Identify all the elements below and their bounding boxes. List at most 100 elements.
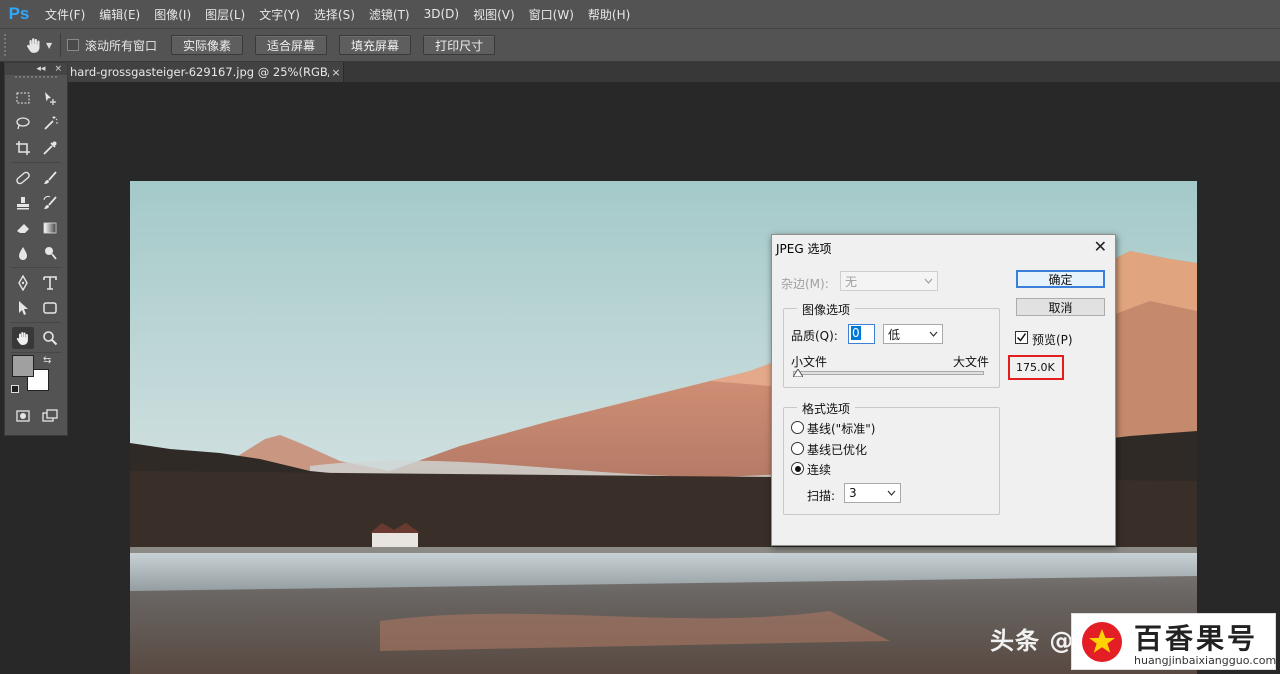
color-swatches: ⇆ xyxy=(5,355,67,403)
format-options-title: 格式选项 xyxy=(797,400,856,417)
scroll-all-windows-checkbox[interactable] xyxy=(67,39,79,51)
tools-panel: ◂◂ × ⇆ xyxy=(4,62,68,436)
preview-checkbox[interactable] xyxy=(1015,331,1028,344)
format-progressive-label: 连续 xyxy=(807,463,832,477)
large-file-label: 大文件 xyxy=(953,355,990,369)
menu-edit[interactable]: 编辑(E) xyxy=(92,6,147,23)
gradient-icon[interactable] xyxy=(39,217,61,239)
format-baseline-standard-label: 基线("标准") xyxy=(807,422,876,436)
lasso-icon[interactable] xyxy=(12,112,34,134)
screen-mode-icon[interactable] xyxy=(39,405,61,427)
healing-brush-icon[interactable] xyxy=(12,167,34,189)
ok-button[interactable]: 确定 xyxy=(1016,270,1105,288)
photoshop-logo: Ps xyxy=(8,4,30,23)
path-selection-icon[interactable] xyxy=(12,297,34,319)
format-progressive-radio[interactable] xyxy=(791,462,804,475)
hand-icon[interactable] xyxy=(11,326,34,349)
actual-pixels-button[interactable]: 实际像素 xyxy=(171,35,244,55)
fill-screen-button[interactable]: 填充屏幕 xyxy=(339,35,412,55)
menu-view[interactable]: 视图(V) xyxy=(466,6,522,23)
tools-panel-header: ◂◂ × xyxy=(5,63,67,75)
format-baseline-optimized-radio[interactable] xyxy=(791,442,804,455)
document-tab[interactable]: hard-grossgasteiger-629167.jpg @ 25%(RGB… xyxy=(68,62,344,82)
menu-help[interactable]: 帮助(H) xyxy=(581,6,637,23)
dodge-icon[interactable] xyxy=(39,242,61,264)
collapse-icon[interactable]: ◂◂ xyxy=(36,64,45,74)
magic-wand-icon[interactable] xyxy=(39,112,61,134)
pen-icon[interactable] xyxy=(12,272,34,294)
quality-slider-thumb[interactable] xyxy=(793,369,803,377)
fit-screen-button[interactable]: 适合屏幕 xyxy=(255,35,328,55)
site-name: 百香果号 xyxy=(1134,622,1259,655)
move-icon[interactable] xyxy=(39,87,61,109)
tools-panel-grip[interactable] xyxy=(15,76,57,84)
site-url: huangjinbaixiangguo.com xyxy=(1134,654,1277,667)
print-size-button[interactable]: 打印尺寸 xyxy=(423,35,496,55)
zoom-icon[interactable] xyxy=(39,327,61,349)
divider xyxy=(60,33,61,57)
site-watermark: 百香果号 huangjinbaixiangguo.com xyxy=(1071,613,1276,670)
scans-value: 3 xyxy=(849,486,857,500)
close-icon[interactable]: ✕ xyxy=(1094,237,1107,256)
quality-level-value: 低 xyxy=(888,327,901,342)
format-baseline-standard-radio[interactable] xyxy=(791,421,804,434)
menu-type[interactable]: 文字(Y) xyxy=(252,6,307,23)
menu-select[interactable]: 选择(S) xyxy=(307,6,362,23)
menu-window[interactable]: 窗口(W) xyxy=(522,6,581,23)
file-size-value: 175.0K xyxy=(1016,361,1055,374)
type-icon[interactable] xyxy=(39,272,61,294)
image-options-title: 图像选项 xyxy=(797,301,856,318)
document-tab-title: hard-grossgasteiger-629167.jpg @ 25%(RGB… xyxy=(70,65,329,79)
eyedropper-icon[interactable] xyxy=(39,137,61,159)
chevron-down-icon xyxy=(924,278,933,284)
options-bar-grip[interactable] xyxy=(4,34,10,56)
scroll-all-windows-label: 滚动所有窗口 xyxy=(85,38,158,53)
quality-level-select[interactable]: 低 xyxy=(883,324,943,344)
eraser-icon[interactable] xyxy=(12,217,34,239)
star-logo-icon xyxy=(1082,622,1122,662)
quality-slider-track[interactable] xyxy=(793,371,984,375)
file-size-readout: 175.0K xyxy=(1008,355,1064,380)
jpeg-options-dialog: JPEG 选项 ✕ 杂边(M): 无 图像选项 品质(Q): 0 低 小文件 大… xyxy=(771,234,1116,546)
preview-label: 预览(P) xyxy=(1032,333,1073,347)
toutiao-watermark: 头条 @ xyxy=(990,627,1075,655)
small-file-label: 小文件 xyxy=(791,355,828,369)
crop-icon[interactable] xyxy=(12,137,34,159)
foreground-color-swatch[interactable] xyxy=(12,355,34,377)
cancel-button[interactable]: 取消 xyxy=(1016,298,1105,316)
chevron-down-icon xyxy=(887,490,896,496)
swap-colors-icon[interactable]: ⇆ xyxy=(43,355,51,366)
menu-filter[interactable]: 滤镜(T) xyxy=(362,6,417,23)
default-colors-icon[interactable] xyxy=(11,385,19,393)
chevron-down-icon xyxy=(929,331,938,337)
format-baseline-optimized-label: 基线已优化 xyxy=(807,443,868,457)
blur-icon[interactable] xyxy=(12,242,34,264)
menu-image[interactable]: 图像(I) xyxy=(147,6,198,23)
options-bar: ▼ 滚动所有窗口 实际像素 适合屏幕 填充屏幕 打印尺寸 xyxy=(0,28,1280,62)
clone-stamp-icon[interactable] xyxy=(12,192,34,214)
hand-icon xyxy=(27,38,40,53)
scans-label: 扫描: xyxy=(807,489,836,503)
quality-input[interactable]: 0 xyxy=(848,324,875,344)
matte-value: 无 xyxy=(845,274,858,289)
scans-select[interactable]: 3 xyxy=(844,483,901,503)
rectangle-shape-icon[interactable] xyxy=(39,297,61,319)
close-icon[interactable]: × xyxy=(329,66,343,79)
matte-select: 无 xyxy=(840,271,938,291)
menu-bar: Ps 文件(F) 编辑(E) 图像(I) 图层(L) 文字(Y) 选择(S) 滤… xyxy=(0,0,1280,28)
dialog-title: JPEG 选项 xyxy=(776,242,832,256)
chevron-down-icon[interactable]: ▼ xyxy=(46,41,54,50)
history-brush-icon[interactable] xyxy=(39,192,61,214)
close-icon[interactable]: × xyxy=(54,64,62,74)
brush-icon[interactable] xyxy=(39,167,61,189)
image-options-group: 图像选项 xyxy=(783,301,1000,388)
quick-mask-icon[interactable] xyxy=(12,405,34,427)
menu-3d[interactable]: 3D(D) xyxy=(417,7,466,21)
quality-label: 品质(Q): xyxy=(791,329,838,343)
menu-layer[interactable]: 图层(L) xyxy=(198,6,252,23)
checkmark-icon xyxy=(1016,333,1027,342)
menu-file[interactable]: 文件(F) xyxy=(38,6,92,23)
tab-bar-background xyxy=(344,62,1280,82)
rectangular-marquee-icon[interactable] xyxy=(12,87,34,109)
matte-label: 杂边(M): xyxy=(781,277,829,291)
